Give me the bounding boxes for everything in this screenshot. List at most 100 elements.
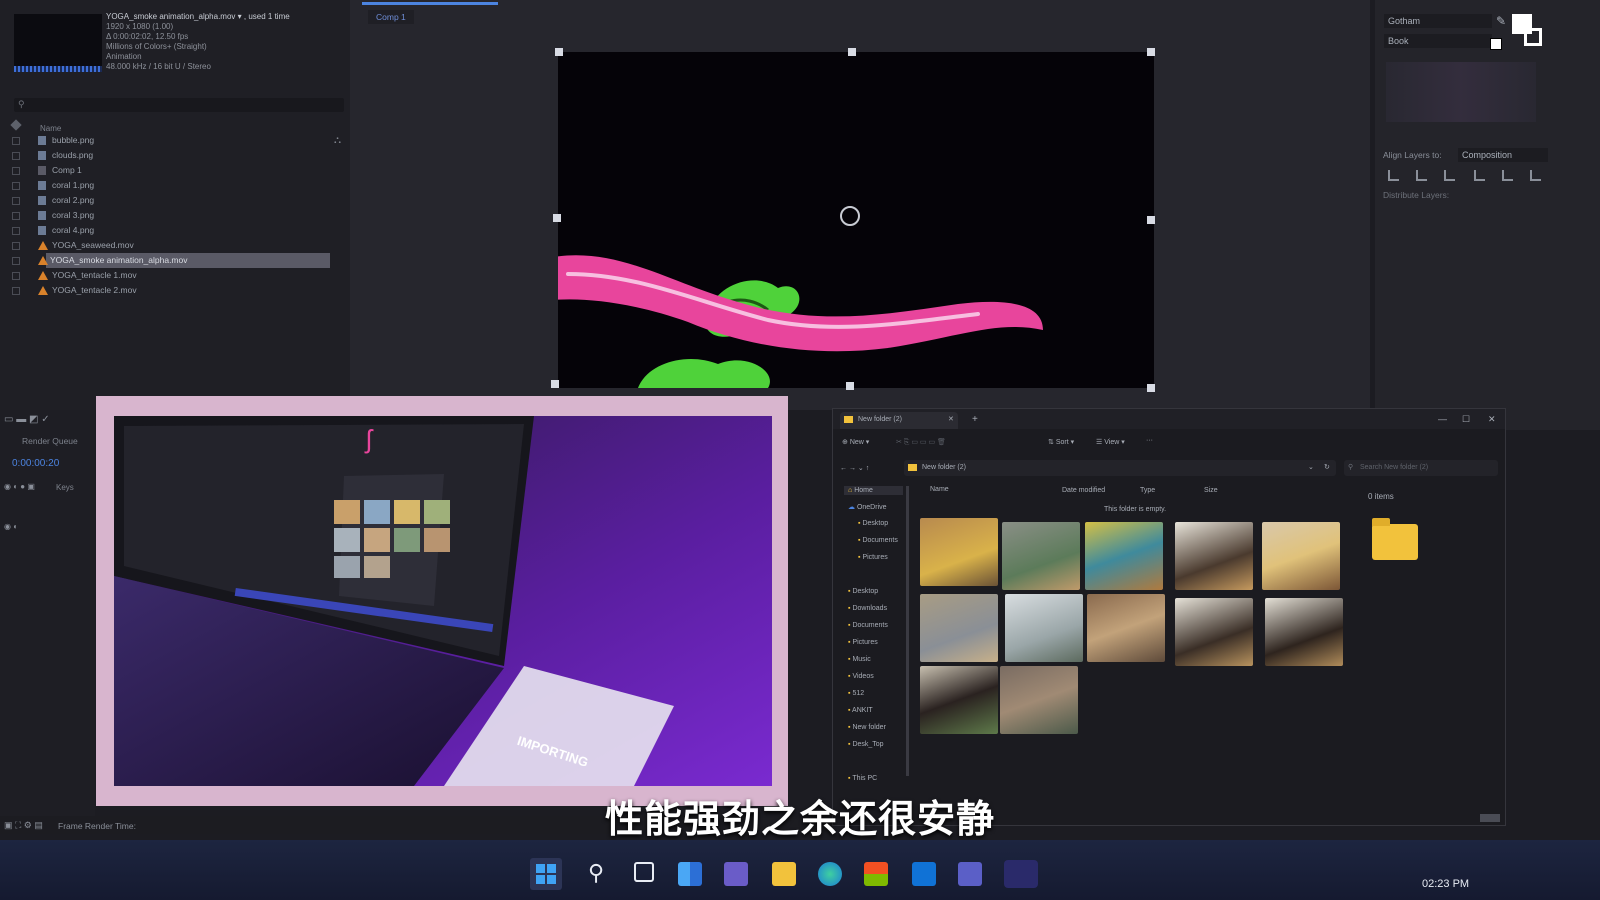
label-color-box[interactable] (12, 212, 20, 220)
column-type[interactable]: Type (1140, 487, 1155, 494)
nav-item[interactable]: ▪ Documents (848, 622, 888, 629)
render-toolbar-icons[interactable]: ▭ ▬ ◩ ✓ (4, 414, 50, 425)
project-item[interactable]: coral 2.png (10, 193, 340, 208)
column-name[interactable]: Name (930, 486, 949, 493)
nav-item[interactable]: ▪ This PC (848, 775, 877, 782)
photo-thumbnail[interactable] (920, 594, 998, 662)
eyedropper-icon[interactable]: ✎ (1496, 14, 1506, 28)
project-item[interactable]: clouds.png (10, 148, 340, 163)
photo-thumbnail[interactable] (1002, 522, 1080, 590)
nav-item[interactable]: ▪ Desk_Top (848, 741, 884, 748)
current-timecode[interactable]: 0:00:00:20 (12, 458, 59, 469)
edge-browser-icon[interactable] (818, 862, 842, 886)
nav-item[interactable]: ▪ Documents (858, 537, 898, 544)
address-bar[interactable]: New folder (2) ⌄ ↻ (904, 460, 1336, 476)
transform-handle-mr[interactable] (1147, 216, 1155, 224)
nav-item[interactable]: ▪ ANKIT (848, 707, 873, 714)
label-color-box[interactable] (12, 242, 20, 250)
align-middle-icon[interactable] (1502, 170, 1513, 181)
photo-thumbnail[interactable] (1000, 666, 1078, 734)
label-color-box[interactable] (12, 227, 20, 235)
photo-thumbnail[interactable] (920, 518, 998, 586)
folder-icon[interactable] (1372, 518, 1418, 560)
project-item[interactable]: YOGA_tentacle 2.mov (10, 283, 340, 298)
photo-thumbnail[interactable] (920, 666, 998, 734)
nav-item[interactable]: ▪ Downloads (848, 605, 887, 612)
project-search-input[interactable]: ⚲ (14, 98, 344, 112)
align-right-icon[interactable] (1444, 170, 1455, 181)
photo-thumbnail[interactable] (1005, 594, 1083, 662)
view-button[interactable]: ☰ View ▾ (1096, 438, 1125, 446)
photo-thumbnail[interactable] (1262, 522, 1340, 590)
transform-handle-tc[interactable] (848, 48, 856, 56)
file-explorer-taskbar-icon[interactable] (772, 862, 796, 886)
photo-thumbnail[interactable] (1085, 522, 1163, 590)
project-item[interactable]: YOGA_tentacle 1.mov (10, 268, 340, 283)
photo-thumbnail[interactable] (1265, 598, 1343, 666)
stroke-color-swatch[interactable] (1524, 28, 1542, 46)
new-tab-icon[interactable]: + (972, 414, 978, 425)
label-color-box[interactable] (12, 152, 20, 160)
tab-comp-1[interactable]: Comp 1 (368, 10, 414, 24)
project-item[interactable]: coral 1.png (10, 178, 340, 193)
project-item[interactable]: coral 4.png (10, 223, 340, 238)
nav-item[interactable]: ▪ Music (848, 656, 871, 663)
project-item[interactable]: YOGA_smoke animation_alpha.mov (12, 253, 330, 268)
transform-handle-ml[interactable] (553, 214, 561, 222)
transform-handle-tl[interactable] (555, 48, 563, 56)
label-color-box[interactable] (12, 257, 20, 265)
teams-icon[interactable] (958, 862, 982, 886)
sort-button[interactable]: ⇅ Sort ▾ (1048, 438, 1074, 446)
close-tab-icon[interactable]: ✕ (948, 415, 954, 423)
maximize-icon[interactable]: ☐ (1462, 414, 1470, 425)
anchor-point-icon[interactable] (840, 206, 860, 226)
cut-copy-paste-icons[interactable]: ✂ ⎘ ▭ ▭ ▭ 🗑 (896, 438, 946, 447)
label-color-box[interactable] (12, 137, 20, 145)
taskbar-clock[interactable]: 02:23 PM (1422, 878, 1469, 890)
new-button[interactable]: ⊕ New ▾ (842, 438, 869, 446)
taskbar-search-icon[interactable]: ⚲ (588, 860, 604, 886)
project-name-column-header[interactable]: Name (40, 124, 61, 133)
explorer-search-box[interactable]: ⚲ Search New folder (2) (1344, 460, 1498, 476)
align-center-icon[interactable] (1416, 170, 1427, 181)
address-dropdown-icon[interactable]: ⌄ (1308, 463, 1314, 471)
nav-item[interactable]: ▪ Desktop (848, 588, 878, 595)
close-window-icon[interactable]: ✕ (1488, 414, 1496, 425)
photo-thumbnail[interactable] (1175, 522, 1253, 590)
task-view-icon[interactable] (634, 862, 654, 882)
layer-switches-icons[interactable]: ◉ ◐ ● ▣ (4, 482, 35, 491)
label-color-box[interactable] (12, 182, 20, 190)
align-bottom-icon[interactable] (1530, 170, 1541, 181)
photo-thumbnail[interactable] (1175, 598, 1253, 666)
label-color-box[interactable] (12, 272, 20, 280)
align-top-icon[interactable] (1474, 170, 1485, 181)
column-date-modified[interactable]: Date modified (1062, 487, 1105, 494)
layer-visibility-icon[interactable]: ◉ ◐ (4, 522, 18, 531)
chat-icon[interactable] (724, 862, 748, 886)
nav-arrows[interactable]: ← → ⌄ ↑ (840, 464, 869, 472)
explorer-tab[interactable]: New folder (2) ✕ (840, 412, 958, 429)
label-color-box[interactable] (12, 287, 20, 295)
project-item[interactable]: coral 3.png (10, 208, 340, 223)
label-color-box[interactable] (12, 197, 20, 205)
align-to-select[interactable]: Composition (1458, 148, 1548, 162)
nav-scrollbar[interactable] (906, 486, 909, 776)
nav-item[interactable]: ▪ Pictures (848, 639, 878, 646)
label-color-box[interactable] (12, 167, 20, 175)
transform-handle-tr[interactable] (1147, 48, 1155, 56)
store-icon[interactable] (864, 862, 888, 886)
transform-handle-bc[interactable] (846, 382, 854, 390)
align-left-icon[interactable] (1388, 170, 1399, 181)
font-family-select[interactable]: Gotham (1384, 14, 1492, 28)
nav-item[interactable]: ▪ New folder (848, 724, 886, 731)
after-effects-icon[interactable] (1004, 860, 1038, 888)
project-item[interactable]: Comp 1 (10, 163, 340, 178)
nav-item[interactable]: ☁ OneDrive (848, 503, 887, 511)
column-size[interactable]: Size (1204, 487, 1218, 494)
project-item[interactable]: bubble.png (10, 133, 340, 148)
refresh-icon[interactable]: ↻ (1324, 463, 1330, 471)
font-style-select[interactable]: Book (1384, 34, 1492, 48)
nav-item[interactable]: ▪ 512 (848, 690, 864, 697)
nav-item[interactable]: ▪ Pictures (858, 554, 888, 561)
nav-item[interactable]: ⌂ Home (844, 486, 903, 495)
